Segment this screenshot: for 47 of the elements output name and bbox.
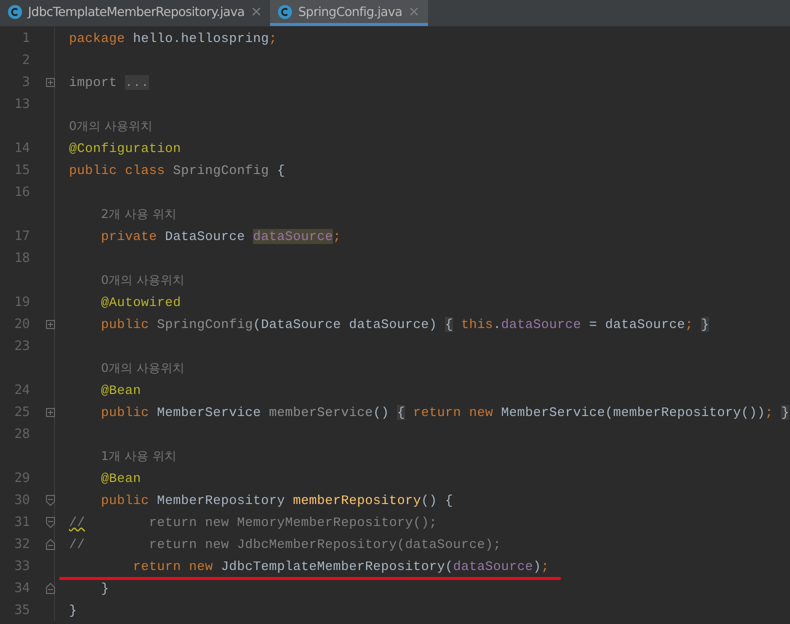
code-line: @Autowired — [100, 294, 182, 310]
code-line: public MemberRepository memberRepository() { — [100, 492, 454, 508]
line-number: 25 — [13, 404, 30, 420]
line-number: 18 — [13, 250, 30, 266]
file-tab[interactable]: SpringConfig.java × — [270, 0, 428, 26]
line-number: 17 — [13, 228, 30, 244]
usage-hint[interactable]: 0개의 사용위치 — [101, 360, 184, 376]
line-number: 34 — [13, 580, 30, 596]
code-line: return new JdbcTemplateMemberRepository(dataSource); — [69, 558, 550, 574]
line-number: 33 — [13, 558, 30, 574]
code-line: public class SpringConfig { — [69, 162, 286, 178]
line-number: 23 — [13, 338, 30, 354]
line-number: 24 — [13, 382, 30, 398]
usage-hint[interactable]: 0개의 사용위치 — [69, 118, 152, 134]
usage-hint[interactable]: 2개 사용 위치 — [101, 206, 176, 222]
line-number: 1 — [21, 30, 30, 46]
line-number: 20 — [13, 316, 30, 332]
code-line: public MemberService memberService() { return new MemberService(memberRepository()); } — [100, 404, 790, 420]
line-number: 16 — [13, 184, 30, 200]
line-number: 19 — [13, 294, 30, 310]
code-line: public SpringConfig(DataSource dataSource) { this.dataSource = dataSource; } — [100, 316, 710, 332]
code-line: @Bean — [100, 382, 142, 398]
usage-hint[interactable]: 1개 사용 위치 — [101, 448, 176, 464]
line-number: 29 — [13, 470, 30, 486]
line-number: 31 — [13, 514, 30, 530]
code-line: } — [69, 602, 78, 618]
code-line: import ... — [69, 74, 150, 90]
file-tab[interactable]: JdbcTemplateMemberRepository.java × — [0, 0, 270, 26]
line-number: 35 — [13, 602, 30, 618]
close-icon[interactable]: × — [408, 4, 420, 20]
line-number: 28 — [13, 426, 30, 442]
line-number: 30 — [13, 492, 30, 508]
line-number: 13 — [13, 96, 30, 112]
usage-hint[interactable]: 0개의 사용위치 — [101, 272, 184, 288]
code-line: @Bean — [100, 470, 142, 486]
code-line: } — [100, 580, 110, 596]
code-line: package hello.hellospring; — [69, 30, 278, 46]
close-icon[interactable]: × — [250, 4, 262, 20]
code-line: // return new JdbcMemberRepository(dataSource); — [69, 536, 502, 552]
line-number: 15 — [13, 162, 30, 178]
line-number: 14 — [13, 140, 30, 156]
code-line: @Configuration — [69, 140, 182, 156]
line-number: 2 — [21, 52, 30, 68]
line-number: 3 — [21, 74, 30, 90]
code-line: // return new MemoryMemberRepository(); — [69, 514, 438, 530]
line-number: 32 — [13, 536, 30, 552]
code-line: private DataSource dataSource; — [100, 228, 342, 244]
